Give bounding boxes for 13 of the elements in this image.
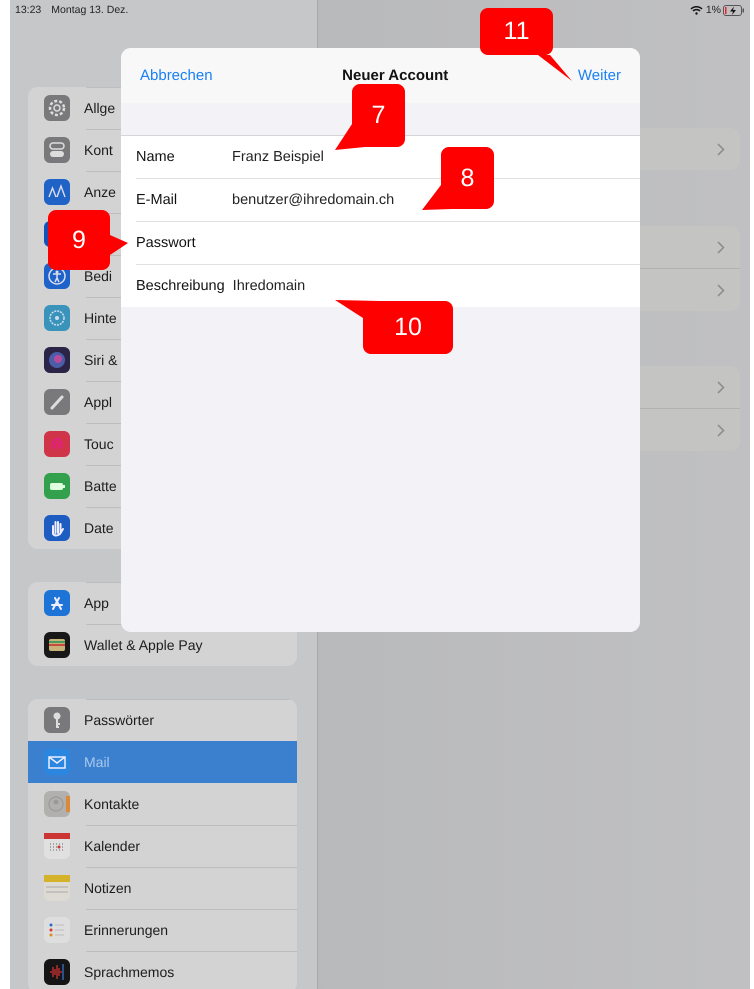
battery-percent: 1% bbox=[706, 4, 721, 16]
sheet-title: Neuer Account bbox=[342, 67, 448, 84]
callout-number: 9 bbox=[72, 226, 86, 254]
clock-time: 13:23 bbox=[15, 4, 42, 16]
callout-number: 7 bbox=[372, 101, 386, 129]
field-label: Beschreibung bbox=[136, 278, 225, 294]
field-label: Name bbox=[136, 149, 176, 165]
date-label: Montag 13. Dez. bbox=[51, 4, 128, 16]
field-label: Passwort bbox=[136, 235, 197, 251]
callout-number: 11 bbox=[504, 17, 530, 45]
callout-number: 10 bbox=[394, 313, 422, 341]
field-label: E-Mail bbox=[136, 192, 178, 208]
callout-number: 8 bbox=[460, 164, 474, 192]
